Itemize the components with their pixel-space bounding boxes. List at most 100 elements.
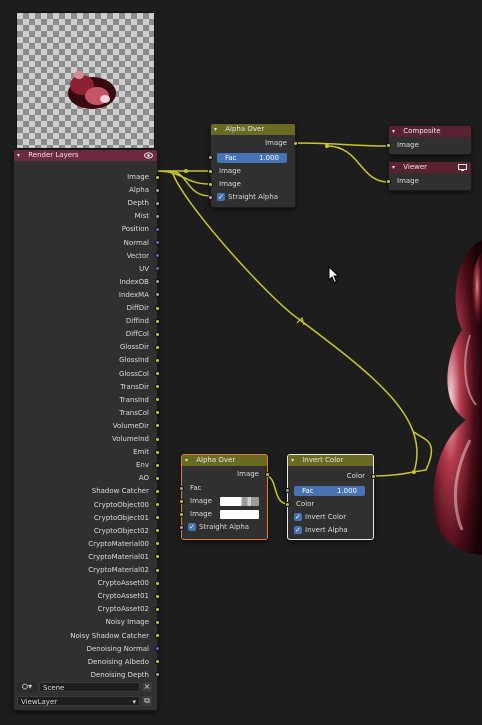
render-output-image: Image [127, 173, 149, 181]
scene-icon[interactable]: ⛭▾ [17, 682, 37, 692]
render-output-env: Env [135, 461, 149, 470]
invert-color-checkbox[interactable]: ✓ [294, 513, 302, 521]
alpha-over-bottom-title: Alpha Over [196, 456, 236, 464]
alpha-over-header[interactable]: ▾ Alpha Over [211, 124, 295, 135]
render-output-ao: AO [138, 474, 149, 483]
render-output-socket[interactable] [155, 436, 160, 442]
render-output-cryptomaterial02: CryptoMaterial02 [88, 566, 149, 574]
alpha-over-node-bottom[interactable]: ▾ Alpha Over Image Fac Image Image ✓ Str… [179, 454, 270, 540]
viewer-node[interactable]: ▾ Viewer Image [386, 161, 472, 191]
image1-color-swatch[interactable] [220, 497, 259, 506]
invert-fac-slider[interactable]: Fac 1.000 [294, 486, 365, 496]
bottom-input-fac-socket[interactable] [179, 486, 184, 491]
render-output-socket[interactable] [155, 305, 160, 311]
render-output-socket[interactable] [155, 580, 160, 586]
render-output-socket[interactable] [155, 449, 160, 455]
invert-alpha-checkbox[interactable]: ✓ [294, 526, 302, 534]
render-output-socket[interactable] [155, 606, 160, 612]
render-output-volumedir: VolumeDir [112, 421, 149, 430]
render-output-vector: Vector [126, 251, 149, 260]
invert-color-node[interactable]: ▾ Invert Color Color Fac 1.000 Color ✓ I… [285, 454, 376, 540]
invert-color-header[interactable]: ▾ Invert Color [288, 455, 373, 466]
input-image2-socket[interactable] [208, 182, 213, 187]
render-output-socket[interactable] [155, 200, 160, 206]
input-image1-socket[interactable] [208, 169, 213, 174]
render-output-socket[interactable] [155, 619, 160, 625]
render-output-socket[interactable] [155, 318, 160, 324]
straight-alpha-checkbox[interactable]: ✓ [217, 193, 225, 201]
fac-label: Fac [225, 154, 237, 162]
render-output-socket[interactable] [155, 371, 160, 376]
render-layers-header[interactable]: ▾ Render Layers [14, 150, 157, 161]
render-output-socket[interactable] [155, 226, 160, 232]
render-output-socket[interactable] [155, 357, 160, 363]
input-fac-socket[interactable] [208, 155, 213, 160]
render-output-socket[interactable] [155, 240, 160, 245]
view-layer-field[interactable]: ViewLayer ▾ [17, 696, 140, 706]
alpha-over-title: Alpha Over [225, 125, 265, 133]
render-output-diffind: DiffInd [125, 317, 149, 326]
composite-image-socket[interactable] [386, 143, 391, 148]
invert-input-color-socket[interactable] [285, 502, 290, 507]
bottom-straight-alpha-checkbox[interactable]: ✓ [188, 523, 196, 531]
bottom-input-image1-socket[interactable] [179, 499, 184, 504]
invert-alpha-checkbox-label: Invert Alpha [305, 526, 348, 534]
render-layers-title: Render Layers [28, 151, 79, 159]
render-output-diffcol: DiffCol [125, 330, 149, 339]
collapse-chevron-icon[interactable]: ▾ [392, 162, 401, 173]
render-output-socket[interactable] [155, 187, 160, 193]
render-output-socket[interactable] [155, 344, 160, 350]
scene-field[interactable]: Scene [39, 682, 140, 692]
render-output-socket[interactable] [155, 475, 160, 481]
render-output-emit: Emit [133, 448, 149, 457]
view-layer-value: ViewLayer [21, 698, 58, 706]
render-layers-node[interactable]: ▾ Render Layers Image Alpha Depth Mist Posit… [13, 149, 160, 711]
output-image: Image [265, 138, 287, 148]
output-image-socket[interactable] [293, 141, 298, 146]
straight-alpha-socket[interactable] [208, 195, 213, 200]
render-output-socket[interactable] [155, 462, 160, 468]
viewer-image-socket[interactable] [386, 179, 391, 184]
render-output-socket[interactable] [155, 502, 160, 507]
collapse-chevron-icon[interactable]: ▾ [17, 150, 26, 161]
scene-selector[interactable]: ⛭▾ Scene × [17, 682, 153, 693]
viewer-header[interactable]: ▾ Viewer [389, 162, 471, 173]
composite-header[interactable]: ▾ Composite [389, 126, 471, 137]
image2-color-swatch[interactable] [220, 510, 259, 519]
collapse-chevron-icon[interactable]: ▾ [214, 124, 223, 135]
preview-object-icon [68, 71, 116, 109]
render-output-socket[interactable] [155, 488, 160, 494]
render-output-socket[interactable] [155, 213, 160, 219]
eye-icon[interactable] [144, 152, 153, 159]
invert-output-color-socket[interactable] [371, 474, 376, 479]
view-layer-icon[interactable]: ⧉ [142, 696, 152, 706]
composite-title: Composite [403, 127, 441, 135]
alpha-over-bottom-header[interactable]: ▾ Alpha Over [182, 455, 267, 466]
collapse-chevron-icon[interactable]: ▾ [392, 126, 401, 137]
monitor-icon[interactable] [458, 164, 467, 171]
render-output-socket[interactable] [155, 593, 160, 599]
render-output-transind: TransInd [119, 395, 149, 404]
render-output-socket[interactable] [155, 567, 160, 573]
render-output-denoising-albedo: Denoising Albedo [87, 657, 149, 666]
fac-slider[interactable]: Fac 1.000 [217, 153, 287, 163]
render-output-socket[interactable] [155, 331, 160, 337]
bottom-straight-alpha-socket[interactable] [179, 525, 184, 530]
bottom-output-image-socket[interactable] [265, 472, 270, 477]
close-icon[interactable]: × [142, 682, 152, 692]
composite-node[interactable]: ▾ Composite Image [386, 125, 472, 155]
mouse-cursor-icon [328, 266, 340, 284]
invert-fac-socket[interactable] [285, 488, 290, 493]
collapse-chevron-icon[interactable]: ▾ [291, 455, 300, 466]
view-layer-selector[interactable]: ViewLayer ▾ ⧉ [17, 696, 153, 707]
alpha-over-node-top[interactable]: ▾ Alpha Over Image Fac 1.000 Image Image… [208, 123, 298, 208]
render-output-socket[interactable] [155, 174, 160, 180]
input-image2-label: Image [219, 180, 241, 188]
render-output-noisy-image: Noisy Image [105, 618, 149, 627]
straight-alpha-label: Straight Alpha [228, 193, 279, 201]
render-output-socket[interactable] [155, 633, 160, 638]
bottom-input-image2-socket[interactable] [179, 512, 184, 517]
render-output-volumeind: VolumeInd [112, 435, 149, 443]
bottom-straight-alpha-label: Straight Alpha [199, 523, 250, 531]
collapse-chevron-icon[interactable]: ▾ [185, 455, 194, 466]
